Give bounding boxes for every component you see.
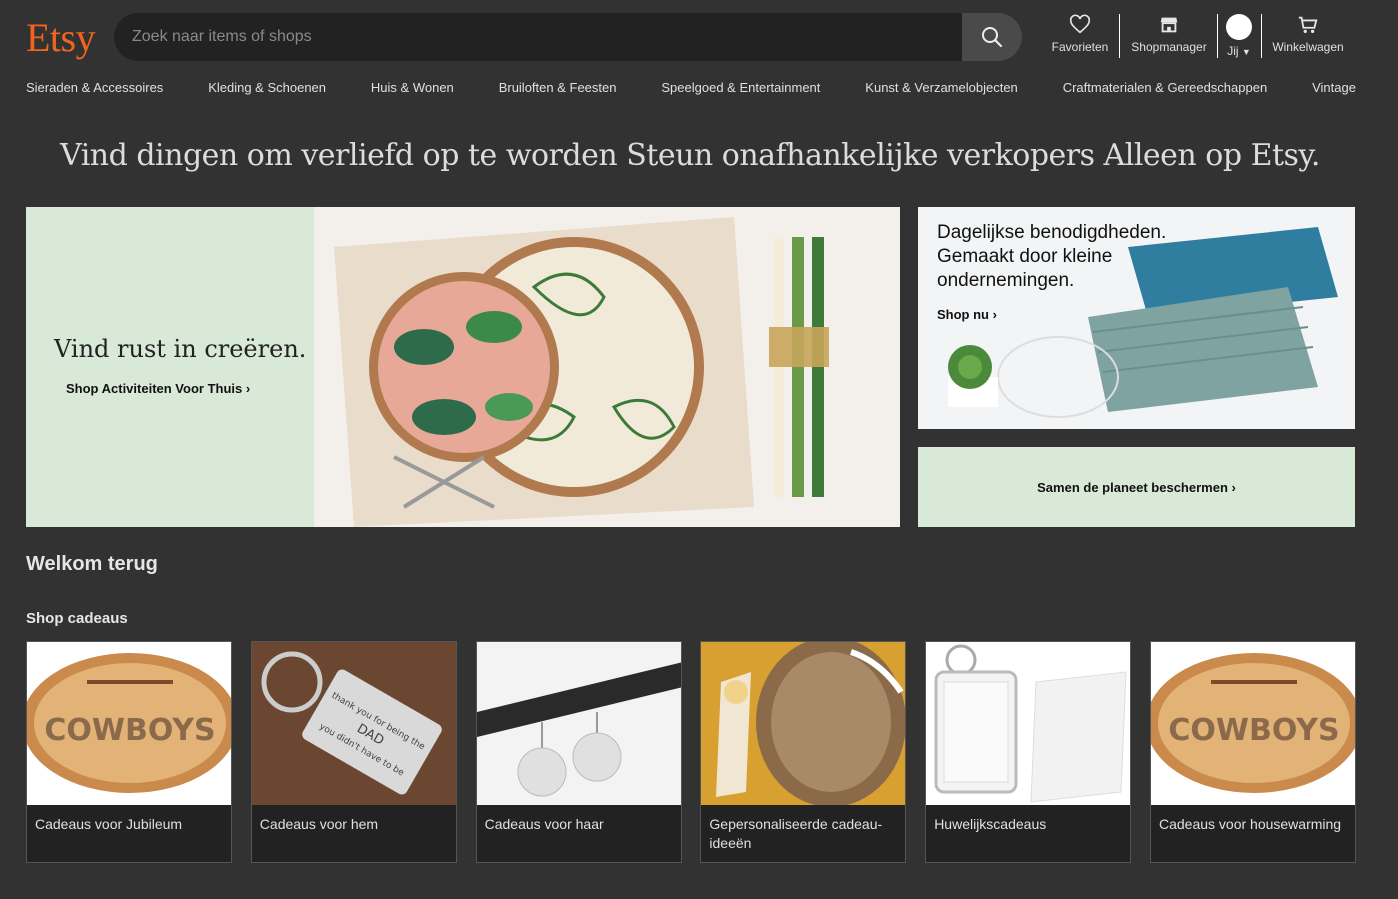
- avatar: [1226, 14, 1252, 40]
- gifts-section-title: Shop cadeaus: [26, 610, 128, 627]
- nav-item-clothing[interactable]: Kleding & Schoenen: [208, 80, 326, 100]
- chevron-down-icon: ▼: [1241, 47, 1251, 57]
- search-button[interactable]: [962, 13, 1022, 61]
- gift-card-personalized[interactable]: Gepersonaliseerde cadeau-ideeën: [700, 641, 907, 863]
- etsy-logo[interactable]: Etsy: [26, 14, 96, 61]
- heart-icon: [1069, 14, 1091, 34]
- embroidery-image: [314, 207, 900, 527]
- header-divider: [1217, 14, 1218, 58]
- gift-card-label: Gepersonaliseerde cadeau-ideeën: [709, 816, 883, 851]
- search-icon: [982, 27, 1003, 48]
- hero-link[interactable]: Shop Activiteiten Voor Thuis ›: [66, 381, 250, 396]
- nav-item-home[interactable]: Huis & Wonen: [371, 80, 454, 100]
- cart-label: Winkelwagen: [1272, 40, 1344, 54]
- cart-icon: [1298, 16, 1318, 34]
- page-headline: Vind dingen om verliefd op te worden Ste…: [60, 138, 1320, 173]
- gift-card-anniversary[interactable]: COWBOYS Cadeaus voor Jubileum: [26, 641, 232, 863]
- category-nav: Sieraden & Accessoires Kleding & Schoene…: [26, 80, 1356, 100]
- shop-icon: [1160, 17, 1178, 33]
- shop-manager-label: Shopmanager: [1131, 40, 1207, 54]
- nav-item-vintage[interactable]: Vintage: [1312, 80, 1356, 100]
- earrings-image: [476, 642, 681, 805]
- hero-banner[interactable]: Vind rust in creëren. Shop Activiteiten …: [26, 207, 900, 527]
- search-bar: [114, 13, 1022, 61]
- gift-card-wedding[interactable]: Huwelijkscadeaus: [925, 641, 1132, 863]
- protect-planet-banner[interactable]: Samen de planeet beschermen ›: [918, 447, 1355, 527]
- cutting-board-image: COWBOYS: [1150, 642, 1355, 805]
- shop-manager-button[interactable]: Shopmanager: [1126, 14, 1212, 60]
- gift-cards: COWBOYS Cadeaus voor Jubileum thank you …: [26, 641, 1356, 863]
- shop-now-link[interactable]: Shop nu ›: [937, 307, 997, 322]
- chevron-right-icon: ›: [245, 381, 251, 396]
- search-input[interactable]: [114, 13, 962, 61]
- daily-essentials-banner[interactable]: Dagelijkse benodigdheden. Gemaakt door k…: [918, 207, 1355, 429]
- welcome-heading: Welkom terug: [26, 553, 158, 575]
- daily-essentials-title: Dagelijkse benodigdheden. Gemaakt door k…: [937, 222, 1167, 291]
- header-divider: [1119, 14, 1120, 58]
- gift-card-label: Cadeaus voor housewarming: [1158, 816, 1342, 832]
- gift-card-label: Huwelijkscadeaus: [934, 816, 1047, 832]
- chevron-right-icon: ›: [992, 307, 997, 322]
- keychain-image: thank you for being the DAD you didn't h…: [251, 642, 456, 805]
- cowboys-text: COWBOYS: [44, 713, 215, 748]
- painted-bowl-image: [701, 642, 906, 805]
- nav-item-toys[interactable]: Speelgoed & Entertainment: [661, 80, 820, 100]
- protect-planet-label: Samen de planeet beschermen: [1037, 479, 1228, 495]
- gift-card-label: Cadeaus voor Jubileum: [35, 816, 183, 832]
- you-label: Jij: [1227, 44, 1239, 58]
- header-divider: [1261, 14, 1262, 58]
- cowboys-text: COWBOYS: [1168, 713, 1339, 748]
- keyring-frame-image: [926, 642, 1131, 805]
- cart-button[interactable]: Winkelwagen: [1268, 14, 1348, 60]
- gift-card-label: Cadeaus voor haar: [484, 816, 604, 832]
- gift-card-label: Cadeaus voor hem: [259, 816, 379, 832]
- nav-item-jewelry[interactable]: Sieraden & Accessoires: [26, 80, 163, 100]
- cutting-board-image: COWBOYS: [27, 642, 231, 805]
- nav-item-craft[interactable]: Craftmaterialen & Gereedschappen: [1063, 80, 1268, 100]
- gift-card-her[interactable]: Cadeaus voor haar: [475, 641, 682, 863]
- nav-item-weddings[interactable]: Bruiloften & Feesten: [499, 80, 617, 100]
- favorites-button[interactable]: Favorieten: [1048, 14, 1112, 60]
- gift-card-him[interactable]: thank you for being the DAD you didn't h…: [250, 641, 457, 863]
- account-button[interactable]: Jij ▼: [1222, 14, 1256, 60]
- nav-item-art[interactable]: Kunst & Verzamelobjecten: [865, 80, 1017, 100]
- favorites-label: Favorieten: [1051, 40, 1109, 54]
- hero-title: Vind rust in creëren.: [54, 335, 307, 363]
- gift-card-housewarming[interactable]: COWBOYS Cadeaus voor housewarming: [1149, 641, 1356, 863]
- chevron-right-icon: ›: [1231, 479, 1236, 495]
